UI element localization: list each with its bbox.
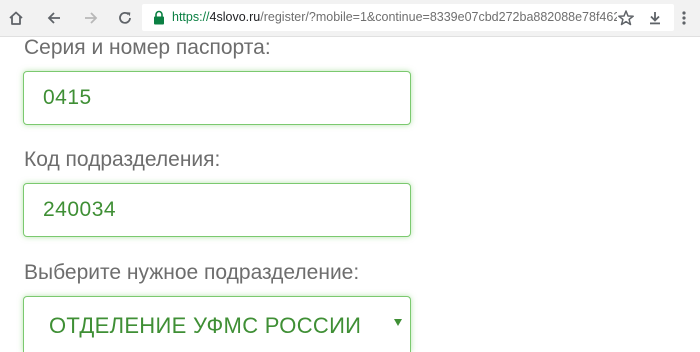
passport-label: Серия и номер паспорта: [24, 36, 271, 59]
back-arrow-icon[interactable] [42, 6, 66, 30]
division-code-value: 240034 [43, 198, 117, 221]
division-select-label: Выберите нужное подразделение: [24, 261, 360, 284]
forward-arrow-icon[interactable] [79, 6, 103, 30]
home-icon[interactable] [4, 6, 28, 30]
browser-toolbar: https://4slovo.ru/register/?mobile=1&con… [0, 0, 700, 37]
url-scheme: https:// [172, 10, 210, 24]
address-bar[interactable]: https://4slovo.ru/register/?mobile=1&con… [142, 4, 674, 31]
division-select[interactable]: ОТДЕЛЕНИЕ УФМС РОССИИ [23, 296, 411, 352]
passport-input[interactable]: 0415 [23, 71, 411, 125]
division-select-value: ОТДЕЛЕНИЕ УФМС РОССИИ [49, 313, 362, 338]
star-icon[interactable] [614, 6, 638, 30]
url-text[interactable]: https://4slovo.ru/register/?mobile=1&con… [172, 4, 617, 31]
division-code-input[interactable]: 240034 [23, 183, 411, 237]
lock-icon [153, 10, 165, 25]
download-icon[interactable] [643, 6, 667, 30]
chevron-down-icon [394, 319, 402, 326]
division-code-label: Код подразделения: [24, 148, 221, 171]
url-path: /register/?mobile=1&continue=8339e07cbd2… [260, 10, 617, 24]
reload-icon[interactable] [113, 6, 137, 30]
url-host: 4slovo.ru [209, 10, 261, 24]
passport-value: 0415 [43, 86, 92, 109]
more-vert-icon[interactable] [672, 6, 696, 30]
